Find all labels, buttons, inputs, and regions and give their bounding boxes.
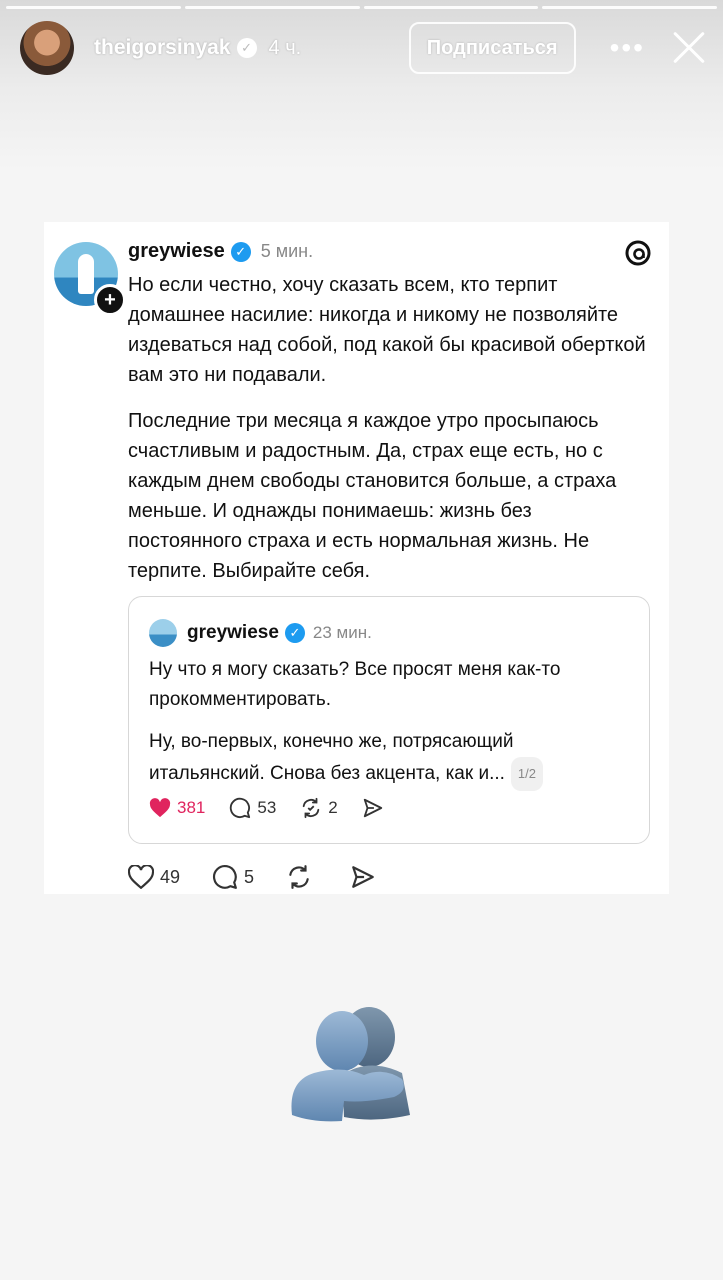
quoted-comment-count: 53 [257,798,277,817]
comment-count: 5 [244,866,255,887]
more-options-icon[interactable]: ••• [610,34,645,62]
post-header: greywiese ✓ 5 мин. [128,240,313,263]
progress-segment [6,6,181,9]
quoted-author-name[interactable]: greywiese [187,622,279,644]
post-author-name[interactable]: greywiese [128,240,225,263]
page-indicator: 1/2 [510,757,543,791]
quoted-repost-button[interactable]: 2 [300,797,338,819]
threads-logo-icon [625,240,651,266]
quoted-repost-count: 2 [328,798,338,817]
quoted-post-header: greywiese ✓ 23 мин. [149,619,372,647]
heart-filled-icon [149,798,171,818]
threads-post-card[interactable]: + greywiese ✓ 5 мин. Но если честно, хоч… [44,222,669,894]
quoted-post-actions: 381 53 2 [149,797,414,819]
quoted-paragraph: Ну, во-первых, конечно же, потрясающий и… [149,731,514,785]
send-icon [352,866,374,888]
repost-button[interactable] [286,864,318,890]
repost-icon [303,797,320,819]
subscribe-button[interactable]: Подписаться [408,22,576,74]
like-count: 49 [160,866,181,887]
quoted-post-body: Ну что я могу сказать? Все просят меня к… [149,655,629,803]
story-author-name[interactable]: theigorsinyak [94,36,231,60]
story-progress [6,6,717,9]
quoted-post-time: 23 мин. [312,623,372,642]
story-time: 4 ч. [268,36,302,59]
quoted-paragraph: Ну что я могу сказать? Все просят меня к… [149,659,561,710]
repost-icon [289,865,309,889]
people-hugging-emoji-icon[interactable] [284,1005,420,1125]
send-icon [363,798,382,818]
quoted-share-button[interactable] [362,797,390,819]
comment-button[interactable]: 5 [212,864,254,890]
story-header: theigorsinyak ✓ 4 ч. Подписаться ••• [20,20,709,76]
quoted-like-button[interactable]: 381 [149,798,205,818]
post-actions: 49 5 [128,864,414,890]
verified-icon: ✓ [230,241,251,262]
story-viewer: theigorsinyak ✓ 4 ч. Подписаться ••• + g… [0,0,723,1280]
quoted-like-count: 381 [177,798,206,817]
like-button[interactable]: 49 [128,865,180,889]
progress-segment [542,6,717,9]
progress-segment [363,6,539,9]
verified-icon: ✓ [284,623,305,643]
post-body: Но если честно, хочу сказать всем, кто т… [128,270,648,602]
comment-icon [213,865,237,889]
share-button[interactable] [350,864,382,890]
progress-segment [184,6,360,9]
comment-icon [230,797,251,819]
post-paragraph: Но если честно, хочу сказать всем, кто т… [128,274,646,386]
post-time: 5 мин. [260,241,314,261]
quoted-paragraph-wrap: Ну, во-первых, конечно же, потрясающий и… [149,727,629,791]
post-paragraph: Последние три месяца я каждое утро просы… [128,410,617,582]
heart-icon [128,865,154,889]
follow-plus-icon[interactable]: + [94,284,126,316]
story-author-avatar[interactable] [20,21,74,75]
quoted-author-avatar[interactable] [149,619,177,647]
verified-icon: ✓ [236,38,257,58]
quoted-comment-button[interactable]: 53 [229,797,276,819]
close-icon[interactable] [669,28,709,68]
quoted-post[interactable]: greywiese ✓ 23 мин. Ну что я могу сказат… [128,596,650,844]
